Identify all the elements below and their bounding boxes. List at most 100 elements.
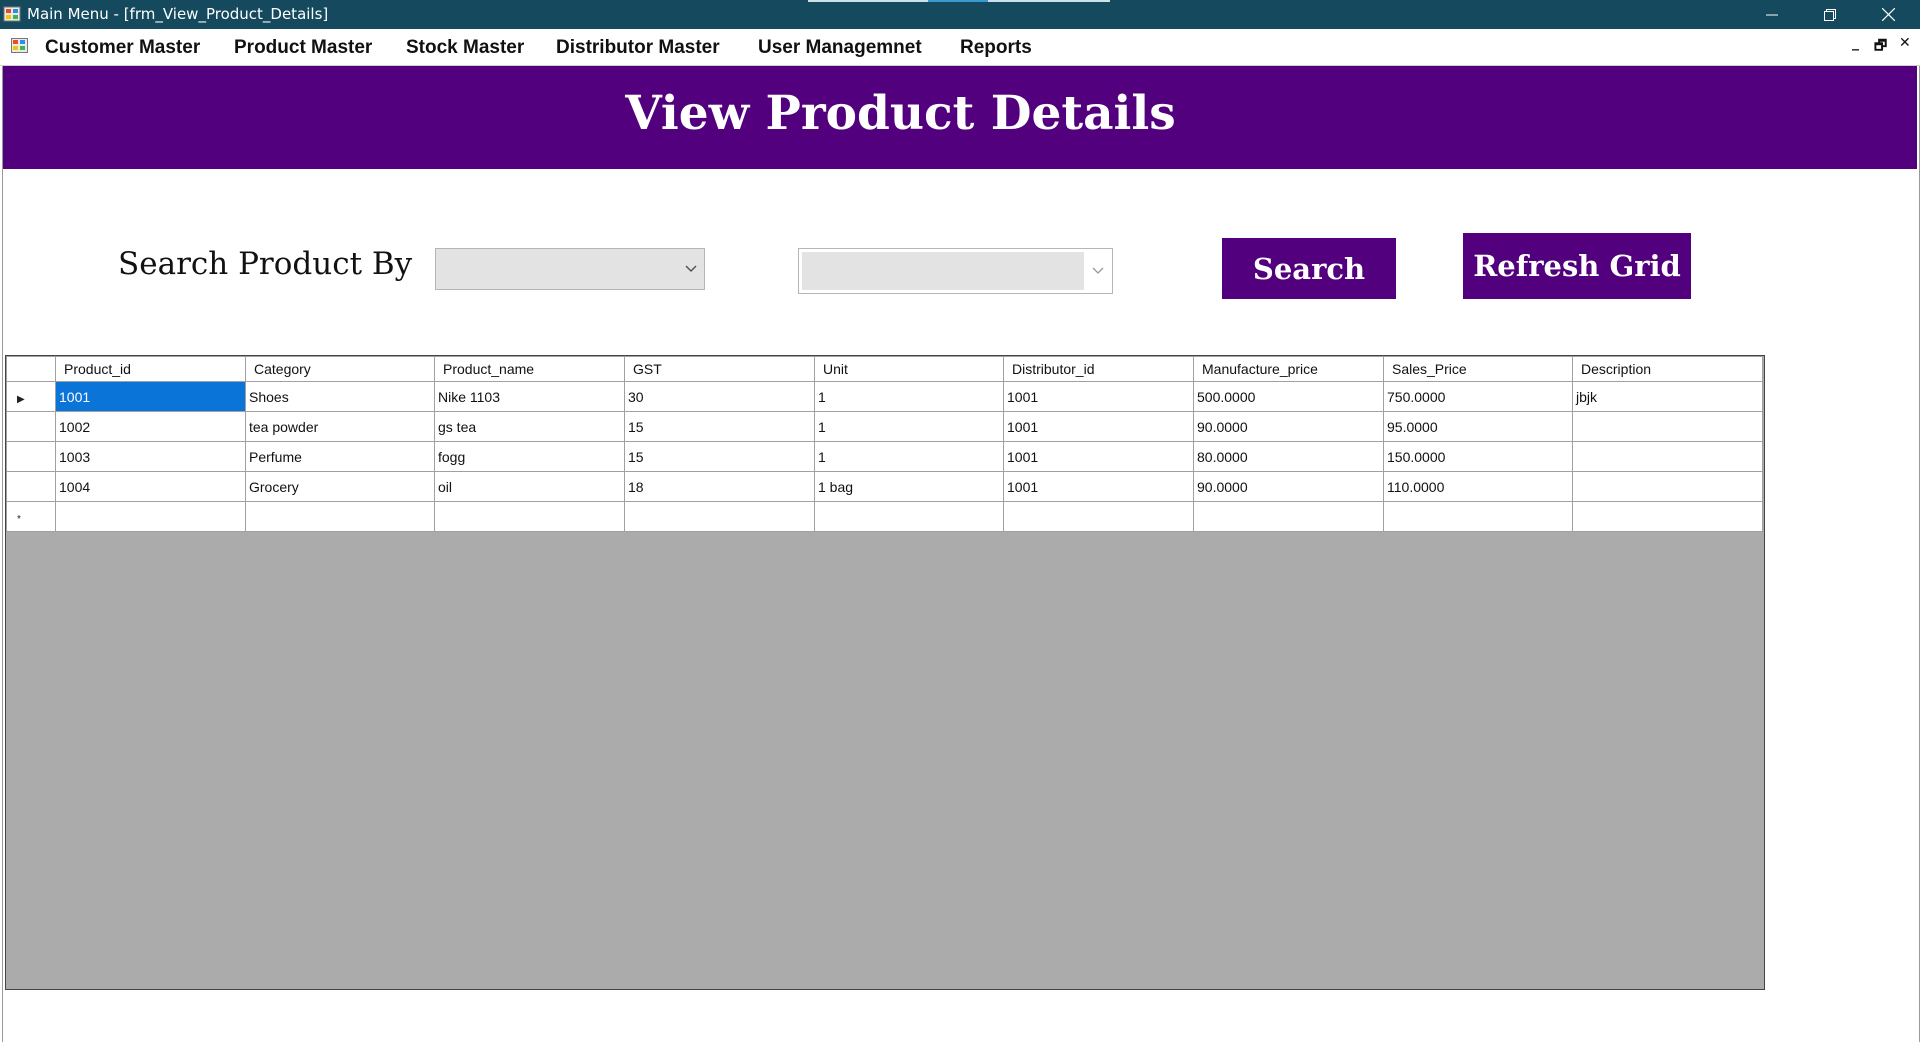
form-view-product-details: View Product Details Search Product By S… (2, 66, 1920, 1042)
table-cell[interactable] (1572, 501, 1763, 532)
table-cell[interactable]: 750.0000 (1383, 381, 1573, 412)
column-header[interactable]: Category (245, 356, 435, 382)
table-cell[interactable]: 90.0000 (1193, 411, 1384, 442)
table-cell[interactable]: fogg (434, 441, 625, 472)
table-cell[interactable]: 150.0000 (1383, 441, 1573, 472)
mdi-child-icon[interactable] (11, 37, 28, 54)
table-cell[interactable]: 1 (814, 411, 1004, 442)
table-cell[interactable]: Perfume (245, 441, 435, 472)
column-header[interactable]: Sales_Price (1383, 356, 1573, 382)
row-header[interactable]: ▶ (6, 381, 56, 412)
column-header[interactable]: Unit (814, 356, 1004, 382)
table-cell[interactable]: 1 (814, 381, 1004, 412)
table-row[interactable]: 1003 Perfume fogg 15 1 1001 80.0000 150.… (6, 441, 1763, 472)
table-cell[interactable] (1383, 501, 1573, 532)
table-row[interactable]: 1002 tea powder gs tea 15 1 1001 90.0000… (6, 411, 1763, 442)
table-cell[interactable]: 1001 (1003, 411, 1194, 442)
chevron-down-icon (1092, 267, 1104, 274)
app-icon (3, 6, 21, 22)
menu-reports[interactable]: Reports (960, 37, 1032, 59)
titlebar-accent-highlight (928, 0, 988, 2)
table-cell[interactable]: 1001 (1003, 441, 1194, 472)
row-header[interactable]: * (6, 501, 56, 532)
column-header[interactable]: Product_id (55, 356, 246, 382)
mdi-close-button[interactable]: ✕ (1899, 35, 1911, 51)
row-header[interactable] (6, 441, 56, 472)
search-value-dropdown[interactable] (798, 248, 1113, 294)
table-cell[interactable] (624, 501, 815, 532)
table-cell[interactable]: 1 bag (814, 471, 1004, 502)
table-cell[interactable] (1003, 501, 1194, 532)
menu-bar: Customer Master Product Master Stock Mas… (0, 29, 1920, 66)
table-row[interactable]: ▶ 1001 Shoes Nike 1103 30 1 1001 500.000… (6, 381, 1763, 412)
table-cell[interactable]: Grocery (245, 471, 435, 502)
chevron-down-icon (685, 265, 697, 273)
window-close-button[interactable] (1859, 0, 1917, 29)
table-cell[interactable]: 15 (624, 441, 815, 472)
table-cell[interactable]: jbjk (1572, 381, 1763, 412)
table-cell[interactable]: tea powder (245, 411, 435, 442)
product-data-grid[interactable]: Product_id Category Product_name GST Uni… (5, 355, 1765, 990)
window-title: Main Menu - [frm_View_Product_Details] (27, 5, 329, 23)
table-cell[interactable] (1572, 411, 1763, 442)
table-cell[interactable]: 1 (814, 441, 1004, 472)
table-cell[interactable] (1193, 501, 1384, 532)
table-cell[interactable]: 1001 (55, 381, 246, 412)
column-header[interactable]: Description (1572, 356, 1763, 382)
table-cell[interactable]: 500.0000 (1193, 381, 1384, 412)
mdi-restore-button[interactable]: 🗗 (1874, 35, 1887, 59)
row-header-corner (6, 356, 56, 382)
table-cell[interactable]: 80.0000 (1193, 441, 1384, 472)
table-cell[interactable]: 1003 (55, 441, 246, 472)
menu-stock-master[interactable]: Stock Master (406, 37, 524, 59)
table-cell[interactable]: Nike 1103 (434, 381, 625, 412)
menu-distributor-master[interactable]: Distributor Master (556, 37, 720, 59)
window-titlebar: Main Menu - [frm_View_Product_Details] (0, 0, 1920, 29)
table-cell[interactable] (434, 501, 625, 532)
header-banner: View Product Details (3, 66, 1917, 169)
new-row-icon: * (17, 513, 21, 525)
row-header[interactable] (6, 471, 56, 502)
table-cell[interactable]: 110.0000 (1383, 471, 1573, 502)
menu-product-master[interactable]: Product Master (234, 37, 372, 59)
close-icon (1881, 8, 1895, 21)
table-cell[interactable]: gs tea (434, 411, 625, 442)
product-table: Product_id Category Product_name GST Uni… (6, 356, 1763, 532)
table-cell[interactable]: 1001 (1003, 381, 1194, 412)
search-by-dropdown[interactable] (435, 248, 705, 290)
table-cell[interactable]: 95.0000 (1383, 411, 1573, 442)
table-cell[interactable] (1572, 441, 1763, 472)
search-button[interactable]: Search (1222, 238, 1396, 299)
mdi-minimize-button[interactable]: _ (1852, 35, 1859, 51)
table-cell[interactable]: Shoes (245, 381, 435, 412)
grid-header-row: Product_id Category Product_name GST Uni… (6, 356, 1763, 382)
column-header[interactable]: GST (624, 356, 815, 382)
window-restore-button[interactable] (1801, 0, 1859, 29)
table-row[interactable]: 1004 Grocery oil 18 1 bag 1001 90.0000 1… (6, 471, 1763, 502)
menu-customer-master[interactable]: Customer Master (45, 37, 200, 59)
window-minimize-button[interactable] (1743, 0, 1801, 29)
page-title: View Product Details (625, 86, 1176, 141)
refresh-grid-button[interactable]: Refresh Grid (1463, 233, 1691, 299)
column-header[interactable]: Distributor_id (1003, 356, 1194, 382)
menu-user-management[interactable]: User Managemnet (758, 37, 922, 59)
column-header[interactable]: Product_name (434, 356, 625, 382)
table-cell[interactable]: 30 (624, 381, 815, 412)
new-row[interactable]: * (6, 501, 1763, 532)
table-cell[interactable]: 1002 (55, 411, 246, 442)
table-cell[interactable]: 1001 (1003, 471, 1194, 502)
table-cell[interactable] (55, 501, 246, 532)
table-cell[interactable]: 18 (624, 471, 815, 502)
table-cell[interactable] (1572, 471, 1763, 502)
search-by-label: Search Product By (118, 246, 413, 282)
current-row-icon: ▶ (17, 393, 25, 405)
table-cell[interactable] (245, 501, 435, 532)
table-cell[interactable]: 1004 (55, 471, 246, 502)
restore-icon (1824, 8, 1836, 21)
table-cell[interactable] (814, 501, 1004, 532)
row-header[interactable] (6, 411, 56, 442)
table-cell[interactable]: 15 (624, 411, 815, 442)
table-cell[interactable]: oil (434, 471, 625, 502)
table-cell[interactable]: 90.0000 (1193, 471, 1384, 502)
column-header[interactable]: Manufacture_price (1193, 356, 1384, 382)
